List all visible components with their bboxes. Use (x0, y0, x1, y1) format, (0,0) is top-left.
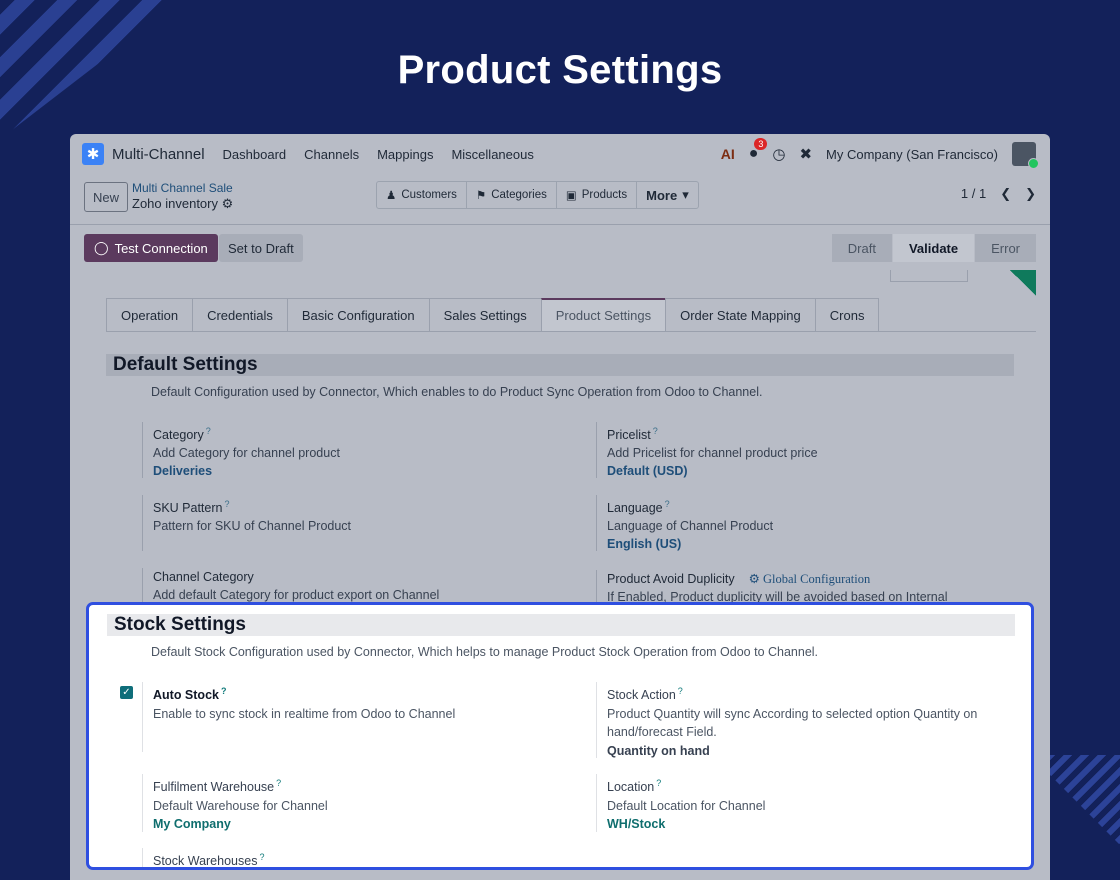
navbar-systray: AI ● 3 ◷ ✖ My Company (San Francisco) (721, 138, 1039, 169)
company-switcher[interactable]: My Company (San Francisco) (826, 147, 998, 162)
pager: 1 / 1 ❮ ❯ (961, 186, 1036, 202)
help-tooltip-icon[interactable]: ? (653, 426, 658, 436)
tab-basic-configuration[interactable]: Basic Configuration (286, 298, 430, 331)
menu-miscellaneous[interactable]: Miscellaneous (451, 147, 533, 162)
auto-stock-checkbox[interactable]: ✓ (120, 686, 133, 699)
field-location: Location? Default Location for Channel W… (596, 774, 765, 832)
menu-mappings[interactable]: Mappings (377, 147, 433, 162)
field-pricelist: Pricelist? Add Pricelist for channel pro… (596, 422, 818, 478)
help-tooltip-icon[interactable]: ? (206, 426, 211, 436)
stock-settings-description: Default Stock Configuration used by Conn… (151, 645, 819, 659)
set-to-draft-button[interactable]: Set to Draft (219, 234, 303, 262)
tab-sales-settings[interactable]: Sales Settings (428, 298, 542, 331)
language-value[interactable]: English (US) (607, 535, 773, 553)
menu-channels[interactable]: Channels (304, 147, 359, 162)
help-tooltip-icon[interactable]: ? (656, 778, 661, 788)
status-bar: ◯ Test Connection Set to Draft Draft Vali… (70, 224, 1050, 270)
help-tooltip-icon[interactable]: ? (678, 686, 683, 696)
tab-crons[interactable]: Crons (814, 298, 880, 331)
gear-icon: ⚙ (748, 572, 760, 586)
stage-pipeline: Draft Validate Error (830, 234, 1036, 262)
location-value[interactable]: WH/Stock (607, 815, 765, 834)
hero-title: Product Settings (397, 48, 723, 92)
products-button[interactable]: ▣ Products (557, 182, 638, 208)
cutoff-text-line (151, 869, 481, 870)
new-button[interactable]: New (84, 182, 129, 212)
tag-icon: ⚑ (475, 190, 487, 202)
help-tooltip-icon[interactable]: ? (221, 686, 227, 696)
tools-icon[interactable]: ✖ (799, 145, 812, 163)
gear-icon[interactable]: ⚙ (222, 196, 234, 211)
chat-icon[interactable]: ● 3 (749, 138, 768, 163)
help-tooltip-icon[interactable]: ? (276, 778, 281, 788)
top-navbar: ✱ Multi-Channel Dashboard Channels Mappi… (70, 134, 1050, 174)
field-stock-warehouses: Stock Warehouses? (142, 848, 264, 867)
caret-down-icon: ▾ (682, 187, 689, 202)
sheet-top-widget (890, 270, 968, 282)
categories-button[interactable]: ⚑ Categories (467, 182, 557, 208)
smart-buttons: ♟ Customers ⚑ Categories ▣ Products More ▾ (376, 181, 699, 209)
field-sku-pattern: SKU Pattern? Pattern for SKU of Channel … (142, 495, 351, 551)
field-fulfilment-warehouse: Fulfilment Warehouse? Default Warehouse … (142, 774, 328, 832)
warehouse-value[interactable]: My Company (153, 815, 328, 834)
help-tooltip-icon[interactable]: ? (224, 499, 229, 509)
clock-icon[interactable]: ◷ (772, 145, 785, 163)
customers-button[interactable]: ♟ Customers (377, 182, 467, 208)
tab-credentials[interactable]: Credentials (192, 298, 288, 331)
more-button[interactable]: More ▾ (637, 182, 698, 208)
field-auto-stock: Auto Stock? Enable to sync stock in real… (142, 682, 455, 752)
default-settings-heading: Default Settings (106, 354, 1014, 376)
users-icon: ♟ (386, 190, 397, 202)
stock-action-value[interactable]: Quantity on hand (607, 742, 977, 761)
category-value[interactable]: Deliveries (153, 462, 340, 480)
breadcrumb-current: Zoho inventory ⚙ (132, 196, 234, 211)
app-grid-icon[interactable]: ✱ (82, 143, 104, 165)
global-configuration-link[interactable]: ⚙ Global Configuration (749, 572, 871, 586)
ai-icon[interactable]: AI (721, 146, 735, 162)
app-name[interactable]: Multi-Channel (112, 146, 205, 163)
test-connection-button[interactable]: ◯ Test Connection (84, 234, 218, 262)
default-settings-description: Default Configuration used by Connector,… (151, 385, 763, 399)
messages-badge: 3 (754, 138, 768, 150)
stage-error[interactable]: Error (974, 234, 1036, 262)
cubes-icon: ▣ (565, 190, 577, 202)
tab-order-state-mapping[interactable]: Order State Mapping (665, 298, 816, 331)
stage-validate[interactable]: Validate (891, 234, 975, 262)
stock-settings-heading: Stock Settings (107, 614, 1015, 636)
pager-value[interactable]: 1 / 1 (961, 186, 986, 202)
refresh-icon: ◯ (94, 240, 109, 255)
breadcrumb: Multi Channel Sale Zoho inventory ⚙ (132, 181, 233, 212)
tab-product-settings[interactable]: Product Settings (540, 298, 667, 331)
user-avatar[interactable] (1012, 142, 1039, 169)
help-tooltip-icon[interactable]: ? (665, 499, 670, 509)
stock-settings-panel: Stock Settings Default Stock Configurati… (86, 602, 1034, 870)
field-language: Language? Language of Channel Product En… (596, 495, 773, 551)
pricelist-value[interactable]: Default (USD) (607, 462, 818, 480)
field-stock-action: Stock Action? Product Quantity will sync… (596, 682, 977, 758)
help-tooltip-icon[interactable]: ? (259, 852, 264, 862)
field-category: Category? Add Category for channel produ… (142, 422, 340, 478)
notebook-tabs: Operation Credentials Basic Configuratio… (106, 298, 880, 332)
chevron-left-icon[interactable]: ❮ (1000, 186, 1011, 202)
control-panel: New Multi Channel Sale Zoho inventory ⚙ … (70, 174, 1050, 224)
menu-dashboard[interactable]: Dashboard (223, 147, 287, 162)
status-ribbon (1010, 270, 1036, 296)
stage-draft[interactable]: Draft (830, 234, 892, 262)
chevron-right-icon[interactable]: ❯ (1025, 186, 1036, 202)
tab-operation[interactable]: Operation (106, 298, 194, 331)
breadcrumb-parent[interactable]: Multi Channel Sale (132, 181, 233, 195)
